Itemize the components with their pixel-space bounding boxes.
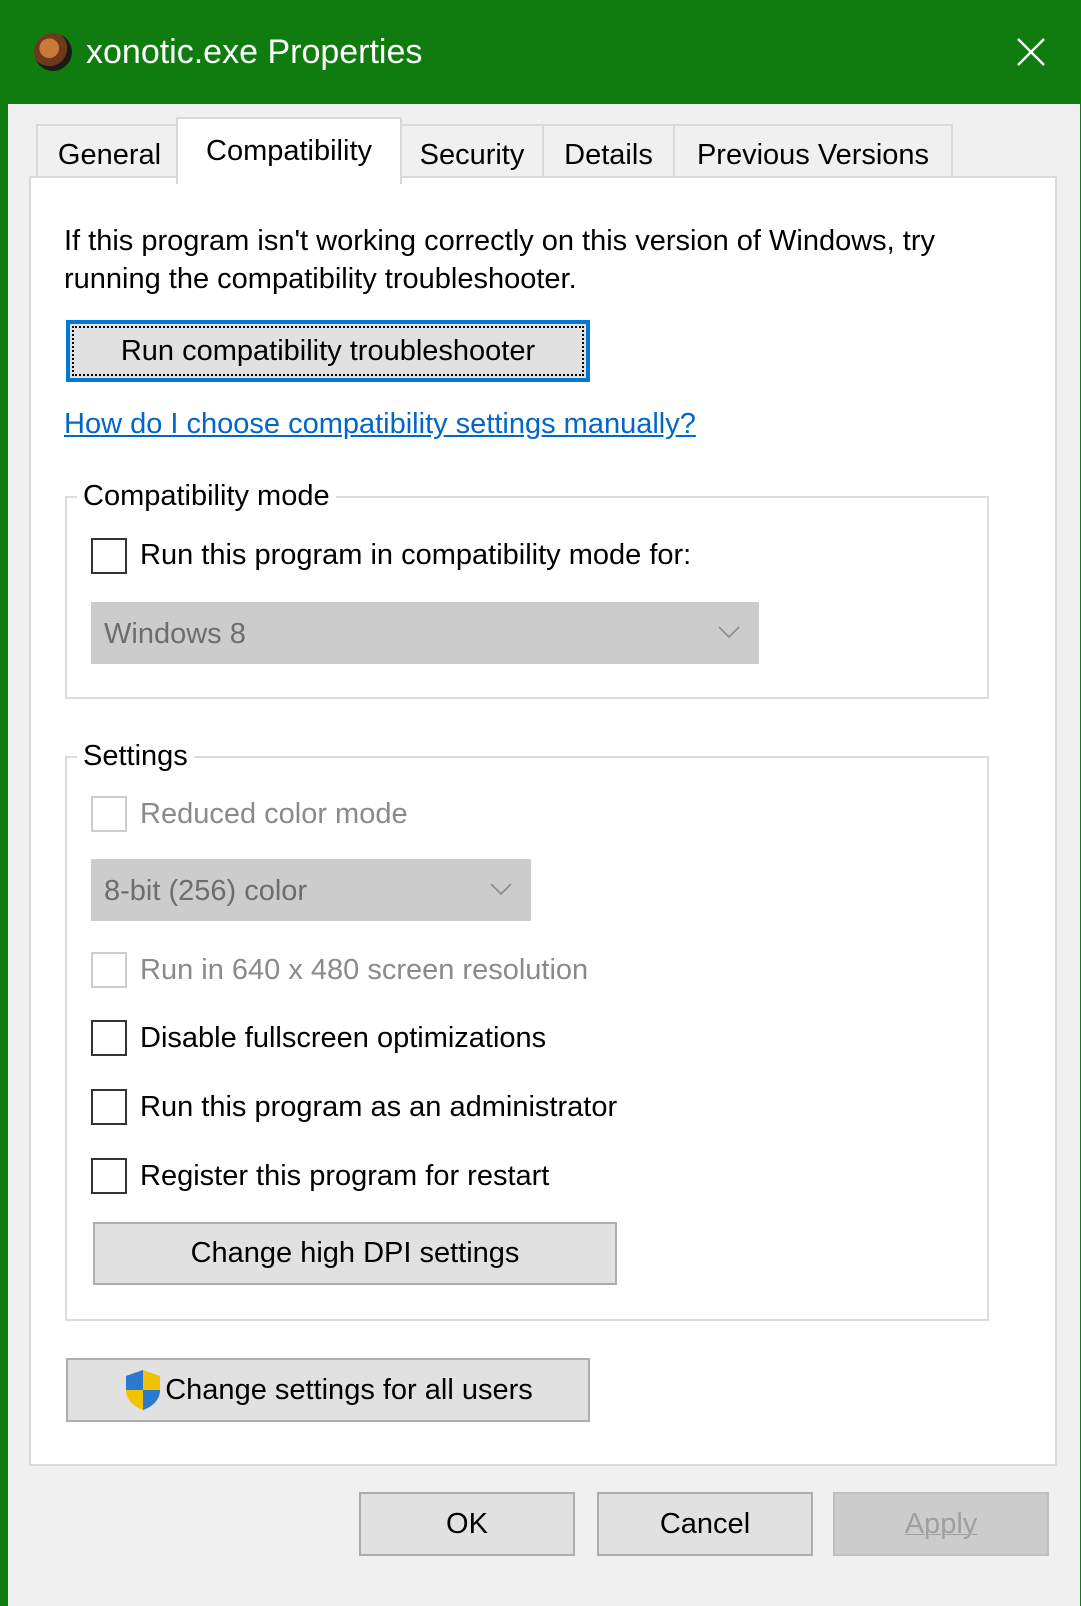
reduced-color-checkbox	[91, 796, 127, 832]
color-depth-select: 8-bit (256) color	[91, 859, 531, 921]
change-all-users-button[interactable]: Change settings for all users	[66, 1358, 590, 1422]
change-dpi-label: Change high DPI settings	[190, 1237, 520, 1269]
tab-security[interactable]: Security	[400, 124, 544, 182]
intro-text-line2: running the compatibility troubleshooter…	[64, 263, 577, 295]
apply-label: Apply	[904, 1507, 978, 1540]
chevron-down-icon	[490, 883, 512, 896]
res-640-checkbox	[91, 952, 127, 988]
change-dpi-button[interactable]: Change high DPI settings	[93, 1222, 617, 1285]
compat-os-value: Windows 8	[104, 618, 246, 650]
chevron-down-icon	[718, 626, 740, 639]
ok-label: OK	[446, 1507, 488, 1540]
compat-mode-label[interactable]: Run this program in compatibility mode f…	[140, 536, 691, 574]
change-all-users-label: Change settings for all users	[165, 1373, 533, 1406]
cancel-button[interactable]: Cancel	[597, 1492, 813, 1556]
run-troubleshooter-label: Run compatibility troubleshooter	[120, 334, 536, 367]
apply-button: Apply	[833, 1492, 1049, 1556]
run-as-admin-label[interactable]: Run this program as an administrator	[140, 1088, 617, 1126]
register-restart-checkbox[interactable]	[91, 1158, 127, 1194]
reduced-color-label: Reduced color mode	[140, 798, 408, 830]
help-link[interactable]: How do I choose compatibility settings m…	[64, 408, 696, 441]
color-depth-value: 8-bit (256) color	[104, 875, 308, 907]
uac-shield-icon	[126, 1370, 161, 1410]
cancel-label: Cancel	[659, 1507, 751, 1540]
compatibility-mode-group: Compatibility mode Run this program in c…	[65, 478, 989, 699]
close-icon	[1017, 38, 1045, 66]
register-restart-label[interactable]: Register this program for restart	[140, 1157, 549, 1195]
tab-general[interactable]: General	[36, 124, 183, 182]
tab-previous-versions[interactable]: Previous Versions	[673, 124, 953, 182]
compat-mode-checkbox[interactable]	[91, 538, 127, 574]
run-troubleshooter-button[interactable]: Run compatibility troubleshooter	[66, 320, 590, 382]
properties-dialog: xonotic.exe Properties General Compatibi…	[0, 0, 1081, 1606]
settings-legend: Settings	[77, 738, 194, 774]
compatibility-mode-legend: Compatibility mode	[77, 478, 336, 514]
title-bar[interactable]: xonotic.exe Properties	[0, 0, 1081, 104]
tab-compatibility[interactable]: Compatibility	[176, 117, 402, 184]
compatibility-panel: If this program isn't working correctly …	[29, 176, 1057, 1466]
tab-details[interactable]: Details	[542, 124, 675, 182]
disable-fullscreen-label[interactable]: Disable fullscreen optimizations	[140, 1019, 546, 1057]
close-button[interactable]	[981, 0, 1081, 104]
disable-fullscreen-checkbox[interactable]	[91, 1020, 127, 1056]
settings-group: Settings Reduced color mode 8-bit (256) …	[65, 738, 989, 1321]
compat-os-select: Windows 8	[91, 602, 759, 664]
xonotic-app-icon	[34, 33, 72, 71]
run-as-admin-checkbox[interactable]	[91, 1089, 127, 1125]
ok-button[interactable]: OK	[359, 1492, 575, 1556]
intro-text-line1: If this program isn't working correctly …	[64, 225, 935, 257]
window-title: xonotic.exe Properties	[86, 33, 423, 71]
res-640-label: Run in 640 x 480 screen resolution	[140, 954, 589, 986]
